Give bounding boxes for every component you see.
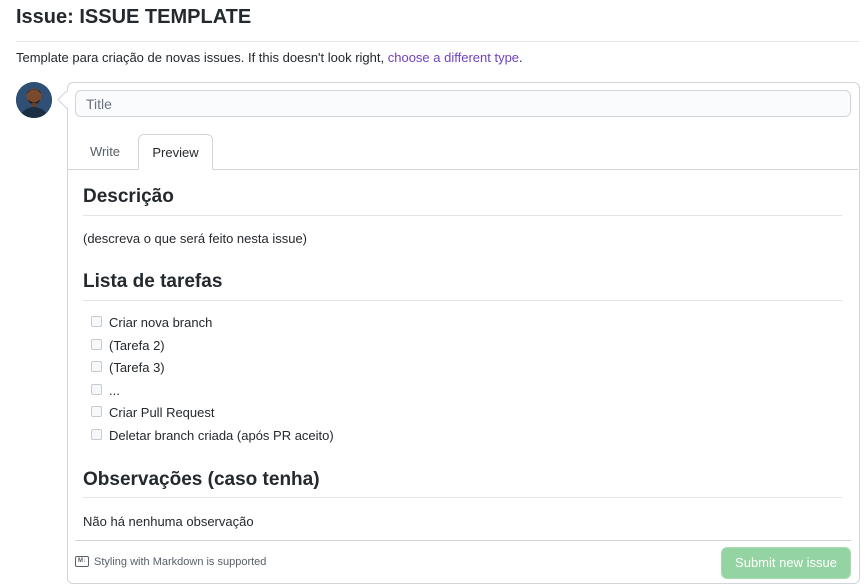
template-note-text: Template para criação de novas issues. I… bbox=[16, 50, 388, 65]
checkbox-icon[interactable] bbox=[91, 406, 102, 418]
template-note: Template para criação de novas issues. I… bbox=[16, 50, 523, 66]
checkbox-icon[interactable] bbox=[91, 384, 102, 396]
preview-bottom-divider bbox=[75, 540, 851, 541]
task-label: (Tarefa 2) bbox=[109, 338, 165, 353]
template-note-end: . bbox=[519, 50, 523, 65]
descricao-text: (descreva o que será feito nesta issue) bbox=[83, 231, 308, 246]
checkbox-icon[interactable] bbox=[91, 429, 102, 441]
avatar[interactable] bbox=[16, 82, 52, 118]
observacoes-text: Não há nenhuma observação bbox=[83, 514, 254, 529]
markdown-note[interactable]: M↓ Styling with Markdown is supported bbox=[75, 555, 266, 569]
task-label: Criar nova branch bbox=[109, 315, 213, 330]
checkbox-icon[interactable] bbox=[91, 361, 102, 373]
tab-preview[interactable]: Preview bbox=[138, 134, 213, 170]
heading-lista-tarefas: Lista de tarefas bbox=[83, 271, 223, 292]
task-item: Deletar branch criada (após PR aceito) bbox=[91, 427, 334, 445]
heading-descricao: Descrição bbox=[83, 186, 174, 207]
task-item: Criar Pull Request bbox=[91, 404, 215, 422]
task-label: ... bbox=[109, 383, 120, 398]
markdown-icon: M↓ bbox=[75, 555, 89, 567]
checkbox-icon[interactable] bbox=[91, 316, 102, 328]
page-title: Issue: ISSUE TEMPLATE bbox=[16, 6, 252, 28]
markdown-note-label: Styling with Markdown is supported bbox=[94, 556, 267, 568]
submit-issue-button[interactable]: Submit new issue bbox=[721, 547, 851, 579]
task-label: Criar Pull Request bbox=[109, 405, 215, 420]
heading-divider bbox=[83, 497, 842, 498]
checkbox-icon[interactable] bbox=[91, 339, 102, 351]
title-divider bbox=[16, 41, 859, 42]
task-item: ... bbox=[91, 382, 120, 400]
choose-type-link[interactable]: choose a different type bbox=[388, 50, 519, 65]
heading-divider bbox=[83, 215, 842, 216]
task-item: Criar nova branch bbox=[91, 314, 212, 332]
heading-divider bbox=[83, 300, 842, 301]
tab-write[interactable]: Write bbox=[78, 134, 132, 170]
heading-observacoes: Observações (caso tenha) bbox=[83, 469, 320, 490]
task-label: Deletar branch criada (após PR aceito) bbox=[109, 428, 334, 443]
avatar-image bbox=[16, 82, 52, 118]
task-item: (Tarefa 3) bbox=[91, 359, 165, 377]
title-input[interactable] bbox=[75, 90, 851, 117]
task-item: (Tarefa 2) bbox=[91, 337, 165, 355]
task-label: (Tarefa 3) bbox=[109, 360, 165, 375]
